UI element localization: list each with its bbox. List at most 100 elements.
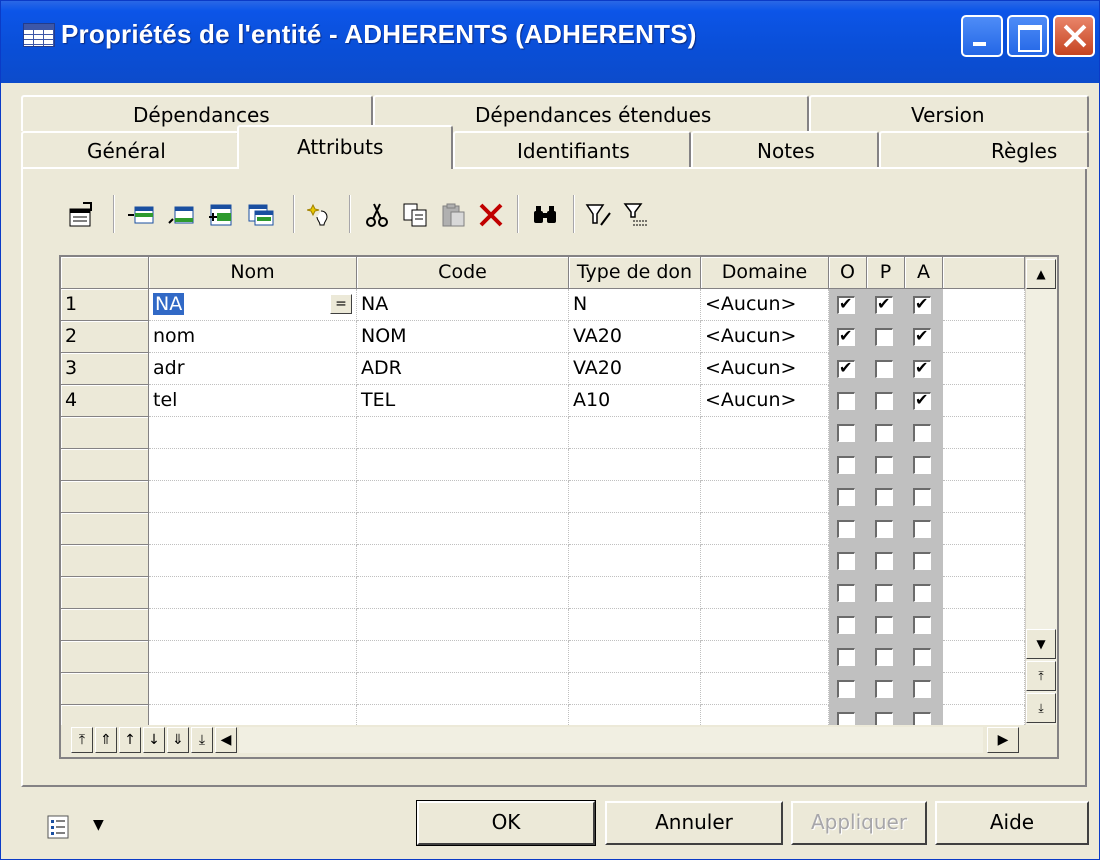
- cell-code[interactable]: [357, 545, 569, 577]
- column-header-o[interactable]: O: [829, 257, 867, 289]
- cell-domaine[interactable]: [701, 641, 829, 673]
- scroll-bottom-button[interactable]: ⤓: [1026, 693, 1056, 723]
- title-bar[interactable]: Propriétés de l'entité - ADHERENTS (ADHE…: [1, 1, 1099, 83]
- row-header[interactable]: [61, 641, 149, 673]
- checkbox-a[interactable]: [913, 294, 931, 314]
- cell-domaine[interactable]: [701, 513, 829, 545]
- cell-type[interactable]: [569, 577, 701, 609]
- cell-domaine[interactable]: <Aucun>: [701, 385, 829, 417]
- cell-type[interactable]: [569, 417, 701, 449]
- ellipsis-button[interactable]: =: [330, 294, 352, 314]
- cell-domaine[interactable]: <Aucun>: [701, 353, 829, 385]
- cell-type[interactable]: [569, 481, 701, 513]
- column-header-a[interactable]: A: [905, 257, 943, 289]
- cell-nom[interactable]: [149, 449, 357, 481]
- cell-code[interactable]: [357, 577, 569, 609]
- cell-domaine[interactable]: [701, 673, 829, 705]
- paste-icon[interactable]: [439, 201, 467, 229]
- checkbox-o[interactable]: [837, 584, 855, 602]
- checkbox-o[interactable]: [837, 520, 855, 538]
- checkbox-o[interactable]: [837, 456, 855, 474]
- cell-nom[interactable]: [149, 641, 357, 673]
- move-page-down-icon[interactable]: ⇓: [167, 727, 189, 753]
- cell-domaine[interactable]: [701, 417, 829, 449]
- move-down-icon[interactable]: ↓: [143, 727, 165, 753]
- cell-nom[interactable]: [149, 577, 357, 609]
- checkbox-a[interactable]: [913, 520, 931, 538]
- cell-type[interactable]: [569, 545, 701, 577]
- filter-clear-icon[interactable]: [621, 201, 649, 229]
- checkbox-p[interactable]: [875, 520, 893, 538]
- column-header-nom[interactable]: Nom: [149, 257, 357, 289]
- checkbox-p[interactable]: [875, 552, 893, 570]
- row-header[interactable]: [61, 609, 149, 641]
- copy-icon[interactable]: [401, 201, 429, 229]
- checkbox-a[interactable]: [913, 488, 931, 506]
- checkbox-p[interactable]: [875, 456, 893, 474]
- cell-type[interactable]: VA20: [569, 353, 701, 385]
- cell-nom[interactable]: [149, 513, 357, 545]
- cell-nom[interactable]: [149, 673, 357, 705]
- row-header[interactable]: [61, 545, 149, 577]
- checkbox-a[interactable]: [913, 390, 931, 410]
- horizontal-scrollbar[interactable]: ⤒ ⇑ ↑ ↓ ⇓ ⤓ ◀ ▶: [61, 725, 1057, 757]
- move-page-up-icon[interactable]: ⇑: [95, 727, 117, 753]
- cell-type[interactable]: VA20: [569, 321, 701, 353]
- cell-nom[interactable]: [149, 417, 357, 449]
- cell-nom[interactable]: NA =: [149, 289, 357, 321]
- checkbox-p[interactable]: [875, 328, 893, 346]
- checkbox-p[interactable]: [875, 584, 893, 602]
- cell-code[interactable]: ADR: [357, 353, 569, 385]
- tab-identifiants[interactable]: Identifiants: [453, 131, 691, 167]
- cell-type[interactable]: A10: [569, 385, 701, 417]
- checkbox-o[interactable]: [837, 424, 855, 442]
- cell-type[interactable]: [569, 449, 701, 481]
- reuse-columns-icon[interactable]: [247, 201, 275, 229]
- cell-domaine[interactable]: <Aucun>: [701, 289, 829, 321]
- cell-domaine[interactable]: [701, 609, 829, 641]
- add-rows-icon[interactable]: [207, 201, 235, 229]
- cell-type[interactable]: [569, 641, 701, 673]
- row-header[interactable]: 3: [61, 353, 149, 385]
- scroll-track[interactable]: [239, 727, 983, 753]
- cell-nom[interactable]: [149, 481, 357, 513]
- row-header[interactable]: [61, 673, 149, 705]
- checkbox-o[interactable]: [837, 616, 855, 634]
- cell-nom[interactable]: tel: [149, 385, 357, 417]
- help-button[interactable]: Aide: [935, 801, 1089, 845]
- row-header[interactable]: [61, 577, 149, 609]
- chevron-down-icon[interactable]: ▼: [93, 817, 104, 833]
- checkbox-o[interactable]: [837, 392, 855, 410]
- cell-code[interactable]: [357, 641, 569, 673]
- tab-regles[interactable]: Règles: [879, 131, 1089, 167]
- delete-icon[interactable]: [477, 201, 505, 229]
- insert-row-icon[interactable]: [127, 201, 155, 229]
- tab-notes[interactable]: Notes: [691, 131, 879, 167]
- checkbox-o[interactable]: [837, 326, 855, 346]
- checkbox-a[interactable]: [913, 616, 931, 634]
- checkbox-a[interactable]: [913, 456, 931, 474]
- cell-domaine[interactable]: [701, 481, 829, 513]
- cut-icon[interactable]: [363, 201, 391, 229]
- checkbox-p[interactable]: [875, 392, 893, 410]
- column-header-type[interactable]: Type de don: [569, 257, 701, 289]
- cell-domaine[interactable]: [701, 449, 829, 481]
- maximize-button[interactable]: [1007, 15, 1049, 57]
- checkbox-p[interactable]: [875, 424, 893, 442]
- cell-type[interactable]: [569, 673, 701, 705]
- move-bottom-icon[interactable]: ⤓: [191, 727, 213, 753]
- wizard-icon[interactable]: [307, 201, 335, 229]
- cell-code[interactable]: [357, 481, 569, 513]
- row-header[interactable]: 2: [61, 321, 149, 353]
- cell-type[interactable]: [569, 609, 701, 641]
- checkbox-a[interactable]: [913, 648, 931, 666]
- cell-code[interactable]: NA: [357, 289, 569, 321]
- add-row-icon[interactable]: [167, 201, 195, 229]
- move-top-icon[interactable]: ⤒: [71, 727, 93, 753]
- cell-nom[interactable]: [149, 609, 357, 641]
- checkbox-o[interactable]: [837, 358, 855, 378]
- cell-type[interactable]: [569, 513, 701, 545]
- vertical-scrollbar[interactable]: ▲ ▼ ⤒ ⤓: [1025, 257, 1057, 725]
- row-header[interactable]: [61, 481, 149, 513]
- checkbox-p[interactable]: [875, 616, 893, 634]
